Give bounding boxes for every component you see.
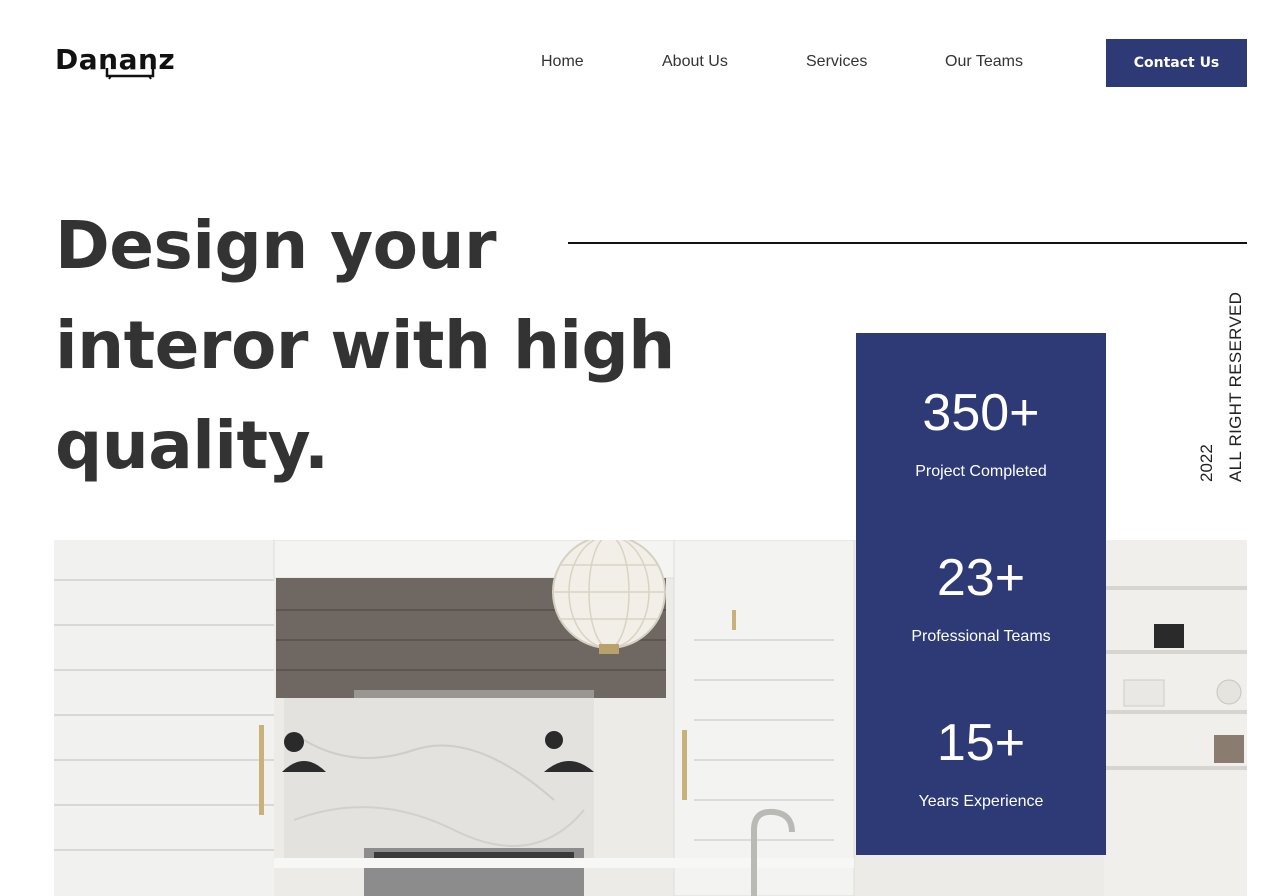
nav-services[interactable]: Services xyxy=(806,50,867,74)
stat-label: Project Completed xyxy=(915,463,1047,480)
headline-line-3: quality. xyxy=(55,407,329,484)
contact-us-button[interactable]: Contact Us xyxy=(1106,39,1247,87)
stat-number: 350+ xyxy=(922,384,1040,442)
stat-number: 23+ xyxy=(936,549,1026,607)
stat-experience: 15+ Years Experience xyxy=(856,713,1106,813)
stat-label: Professional Teams xyxy=(911,628,1051,645)
sofa-icon xyxy=(105,68,155,80)
nav-home[interactable]: Home xyxy=(541,50,584,74)
headline-line-1: Design your xyxy=(55,207,497,284)
hero-headline: Design your interor with high quality. xyxy=(55,196,755,496)
nav-about-us[interactable]: About Us xyxy=(662,50,728,74)
brand-logo[interactable]: Dananz xyxy=(55,44,175,84)
stat-label: Years Experience xyxy=(918,793,1044,810)
side-year: 2022 xyxy=(1197,444,1216,482)
stat-projects: 350+ Project Completed xyxy=(856,383,1106,483)
headline-line-2: interor with high xyxy=(55,307,675,384)
stat-teams: 23+ Professional Teams xyxy=(856,548,1106,648)
hero-divider xyxy=(568,242,1247,244)
nav-our-teams[interactable]: Our Teams xyxy=(945,50,1023,74)
stats-panel: 350+ Project Completed 23+ Professional … xyxy=(856,333,1106,855)
side-rights: ALL RIGHT RESERVED xyxy=(1226,291,1245,482)
stat-number: 15+ xyxy=(936,714,1026,772)
